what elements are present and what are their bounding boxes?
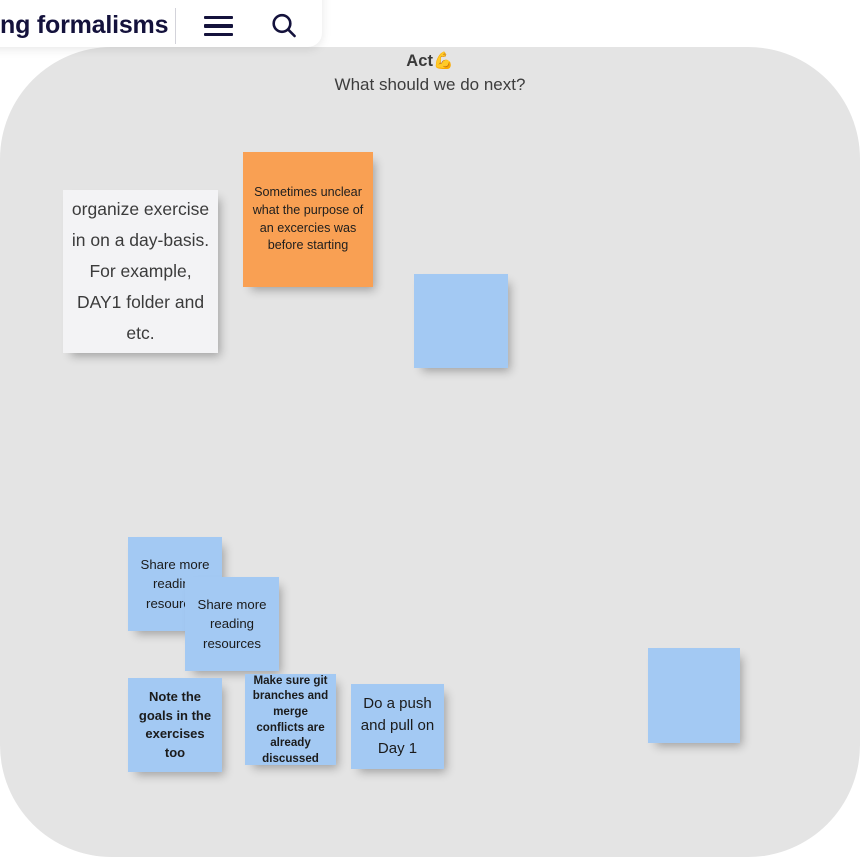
note-empty-top[interactable] (414, 274, 508, 368)
note-unclear-purpose[interactable]: Sometimes unclear what the purpose of an… (243, 152, 373, 287)
note-organize-exercise[interactable]: organize exercise in on a day-basis. For… (63, 190, 218, 353)
note-text: Share more reading resources (197, 596, 267, 651)
hamburger-menu-icon (203, 16, 233, 36)
board-title-text: Act (406, 52, 434, 70)
hamburger-menu-button[interactable] (200, 8, 236, 44)
app-header-card: ng formalisms (0, 0, 322, 47)
note-text: Do a push and pull on Day 1 (360, 694, 435, 757)
search-icon (272, 13, 296, 38)
note-push-pull[interactable]: Do a push and pull on Day 1 (351, 684, 444, 769)
note-git-branches[interactable]: Make sure git branches and merge conflic… (245, 674, 336, 765)
note-empty-bottom-right[interactable] (648, 648, 740, 743)
note-text: Note the goals in the exercises too (138, 689, 212, 760)
note-text: Make sure git branches and merge conflic… (252, 674, 329, 765)
board-heading: Act💪 What should we do next? (0, 50, 860, 97)
board-subtitle: What should we do next? (334, 75, 526, 94)
note-share-resources-front[interactable]: Share more reading resources (185, 577, 279, 671)
note-text: Sometimes unclear what the purpose of an… (252, 185, 364, 253)
flexed-biceps-icon: 💪 (433, 52, 454, 70)
note-text: organize exercise in on a day-basis. For… (71, 199, 210, 343)
header-divider (175, 8, 176, 44)
board-title: Act💪 (0, 50, 860, 72)
whiteboard-canvas[interactable]: Act💪 What should we do next? organize ex… (0, 47, 860, 857)
note-goals-in-exercises[interactable]: Note the goals in the exercises too (128, 678, 222, 772)
search-button[interactable] (265, 7, 303, 45)
page-title: ng formalisms (0, 11, 169, 39)
